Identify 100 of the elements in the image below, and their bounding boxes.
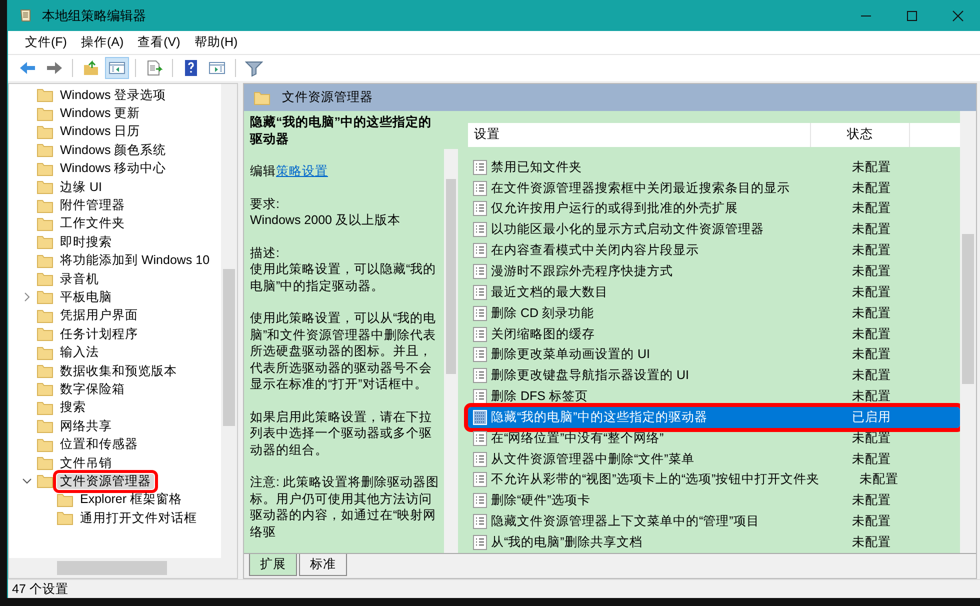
folder-icon <box>37 400 53 415</box>
policy-name: 关闭缩略图的缓存 <box>491 326 596 342</box>
policy-row[interactable]: 从文件资源管理器中删除“文件”菜单 未配置 <box>468 448 960 470</box>
description-label: 描述: <box>250 244 280 261</box>
tree-item[interactable]: 通用打开文件对话框 <box>77 510 200 526</box>
policy-state: 未配置 <box>851 450 892 468</box>
policy-row[interactable]: 删除更改菜单动画设置的 UI 未配置 <box>468 344 960 366</box>
policy-state: 未配置 <box>851 200 892 218</box>
tree-item[interactable]: 工作文件夹 <box>57 216 128 232</box>
menu-item[interactable]: 文件(F) <box>18 32 74 53</box>
policy-row[interactable]: 以功能区最小化的显示方式启动文件资源管理器 未配置 <box>468 219 960 240</box>
tree-item[interactable]: 文件资源管理器 <box>57 474 154 489</box>
policy-name: 隐藏“我的电脑”中的这些指定的驱动器 <box>491 408 708 426</box>
policy-state: 未配置 <box>851 158 892 176</box>
policy-state: 未配置 <box>851 221 892 238</box>
folder-icon <box>57 492 73 507</box>
tree-item[interactable]: 边缘 UI <box>57 180 105 195</box>
policy-row[interactable]: 删除 CD 刻录功能 未配置 <box>468 302 960 324</box>
help-icon <box>182 59 200 77</box>
policy-icon <box>473 368 487 384</box>
tree-item[interactable]: 附件管理器 <box>57 198 128 214</box>
tree-item[interactable]: 搜索 <box>57 400 89 416</box>
policy-state: 未配置 <box>851 242 892 260</box>
policy-row[interactable]: 在“网络位置”中没有“整个网络” 未配置 <box>468 428 960 449</box>
policy-icon <box>473 180 487 196</box>
policy-icon <box>473 326 487 342</box>
policy-name: 最近文档的最大数目 <box>491 284 609 301</box>
tree-item[interactable]: 输入法 <box>57 345 102 360</box>
edit-label: 编辑 <box>250 164 276 178</box>
tree-item[interactable]: 数字保险箱 <box>57 382 128 397</box>
tab[interactable]: 标准 <box>299 554 347 576</box>
tree-item[interactable]: Explorer 框架窗格 <box>77 492 186 508</box>
policy-row[interactable]: 删除更改键盘导航指示器设置的 UI 未配置 <box>468 365 960 386</box>
tree-toggle-button[interactable] <box>105 57 129 79</box>
tree-item[interactable]: 将功能添加到 Windows 10 <box>57 253 213 268</box>
menu-item[interactable]: 操作(A) <box>74 32 131 53</box>
policy-icon <box>473 472 487 488</box>
policy-name: 禁用已知文件夹 <box>491 158 583 176</box>
policy-row[interactable]: 禁用已知文件夹 未配置 <box>468 156 960 178</box>
policy-name: 删除更改键盘导航指示器设置的 UI <box>491 367 690 384</box>
folder-icon <box>37 88 53 102</box>
policy-row[interactable]: 仅允许按用户运行的或得到批准的外壳扩展 未配置 <box>468 198 960 220</box>
tree-item[interactable]: 任务计划程序 <box>57 326 141 342</box>
tree-item[interactable]: Windows 更新 <box>57 106 144 122</box>
policy-row[interactable]: 删除“硬件”选项卡 未配置 <box>468 490 960 512</box>
scrollbar[interactable] <box>221 84 237 558</box>
policy-icon <box>473 493 487 508</box>
policy-row[interactable]: 关闭缩略图的缓存 未配置 <box>468 324 960 344</box>
column-header[interactable]: 状态 <box>811 123 910 147</box>
description-paragraph: 如果启用此策略设置，请在下拉列表中选择一个驱动器或多个驱动器的组合。 <box>250 408 433 458</box>
folder-icon <box>37 308 53 323</box>
tab[interactable]: 扩展 <box>249 554 297 576</box>
folder-icon <box>37 162 53 176</box>
policy-icon <box>473 222 487 238</box>
tree-item[interactable]: Windows 移动中心 <box>57 161 170 176</box>
tree-item[interactable]: 网络共享 <box>57 418 115 434</box>
policy-row[interactable]: 从“我的电脑”删除共享文档 未配置 <box>468 532 960 553</box>
policy-row[interactable]: 最近文档的最大数目 未配置 <box>468 282 960 303</box>
policy-row[interactable]: 不允许从彩带的“视图”选项卡上的“选项”按钮中打开文件夹 未配置 <box>468 469 960 490</box>
menu-item[interactable]: 查看(V) <box>130 32 188 53</box>
folder-icon <box>37 327 53 342</box>
policy-name: 从“我的电脑”删除共享文档 <box>491 534 644 551</box>
tree-item[interactable]: 文件吊销 <box>57 456 115 470</box>
policy-row[interactable]: 隐藏“我的电脑”中的这些指定的驱动器 已启用 <box>468 406 960 428</box>
column-header[interactable]: 设置 <box>468 123 811 147</box>
policy-icon <box>473 243 487 258</box>
folder-icon <box>37 216 53 231</box>
tree-item[interactable]: 凭据用户界面 <box>57 308 141 324</box>
folder-icon <box>37 143 53 158</box>
policy-row[interactable]: 漫游时不跟踪外壳程序快捷方式 未配置 <box>468 261 960 282</box>
menu-item[interactable]: 帮助(H) <box>187 32 245 53</box>
tree-item[interactable]: Windows 登录选项 <box>57 88 170 103</box>
policy-icon <box>473 430 487 446</box>
policy-name: 在文件资源管理器搜索框中关闭最近搜索条目的显示 <box>491 180 791 197</box>
policy-name: 漫游时不跟踪外壳程序快捷方式 <box>491 262 674 280</box>
tree-item[interactable]: Windows 日历 <box>57 124 144 140</box>
policy-state: 未配置 <box>851 180 892 197</box>
policy-row[interactable]: 在内容查看模式中关闭内容片段显示 未配置 <box>468 240 960 262</box>
policy-row[interactable]: 删除 DFS 标签页 未配置 <box>468 386 960 407</box>
policy-name: 删除 CD 刻录功能 <box>491 304 595 322</box>
policy-row[interactable]: 隐藏文件资源管理器上下文菜单中的“管理”项目 未配置 <box>468 511 960 532</box>
folder-icon <box>37 235 53 250</box>
tree-item[interactable]: 数据收集和预览版本 <box>57 364 180 379</box>
policy-name: 删除更改菜单动画设置的 UI <box>491 346 651 364</box>
policy-title: 隐藏“我的电脑”中的这些指定的驱动器 <box>250 114 432 147</box>
policy-settings-link[interactable]: 策略设置 <box>276 164 328 178</box>
tree-item[interactable]: 即时搜索 <box>57 234 115 250</box>
forward-arrow-icon <box>45 59 63 77</box>
policy-row[interactable]: 在文件资源管理器搜索框中关闭最近搜索条目的显示 未配置 <box>468 178 960 199</box>
policy-state: 未配置 <box>851 346 892 364</box>
tree-item[interactable]: 位置和传感器 <box>57 437 141 452</box>
tree-item[interactable]: 录音机 <box>57 272 102 287</box>
scrollbar[interactable] <box>9 558 237 578</box>
scrollbar[interactable] <box>960 111 976 553</box>
policy-name: 仅允许按用户运行的或得到批准的外壳扩展 <box>491 200 739 218</box>
requirements-text: Windows 2000 及以上版本 <box>250 212 402 228</box>
tree-item[interactable]: Windows 颜色系统 <box>57 142 170 158</box>
policy-name: 在“网络位置”中没有“整个网络” <box>491 430 665 447</box>
tree-item[interactable]: 平板电脑 <box>57 290 115 305</box>
scrollbar[interactable] <box>444 149 458 553</box>
